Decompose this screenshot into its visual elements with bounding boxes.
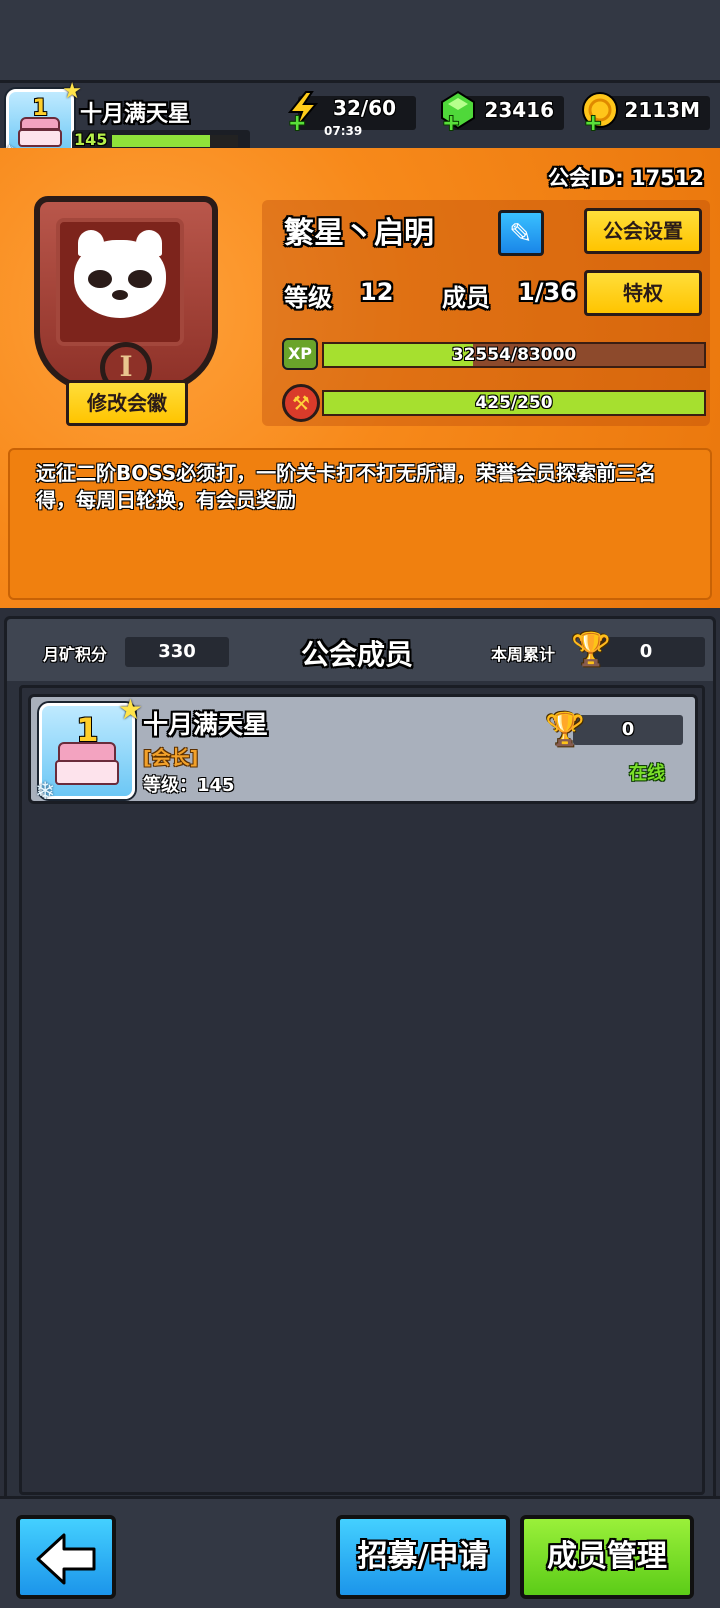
member-level: 等级：145 [143,775,235,796]
member-role: [会长] [143,747,199,769]
members-panel: 月矿积分 330 公会成员 本周累计 0 🏆 1 ★ ❄ 十月满天星 [会长] … [4,616,716,1502]
privilege-button[interactable]: 特权 [584,270,702,316]
member-online-status: 在线 [629,763,665,784]
recruit-button[interactable]: 招募/申请 [336,1515,510,1599]
player-xp-bar [112,135,238,147]
edit-name-button[interactable]: ✎ [498,210,544,256]
guild-emblem-text: 425/250 [475,393,553,413]
member-avatar[interactable]: 1 ★ ❄ [35,693,143,805]
guild-xp-bar: 32554/83000 [322,342,706,368]
energy-value: 32/60 [333,96,396,120]
members-title: 公会成员 [301,638,414,671]
star-icon: ★ [117,693,143,726]
monthly-points-label: 月矿积分 [43,645,108,664]
guild-level-value: 12 [360,278,394,306]
coin-icon: + [580,90,620,136]
bottom-action-bar: 招募/申请 成员管理 [0,1496,720,1608]
player-avatar[interactable]: 1 ★ ❄ [2,79,82,163]
crossed-hammers-icon: ⚒ [282,384,320,422]
manage-members-button[interactable]: 成员管理 [520,1515,694,1599]
weekly-total-label: 本周累计 [491,645,556,664]
energy-timer: 07:39 [324,124,363,138]
back-button[interactable] [16,1515,116,1599]
edit-emblem-button[interactable]: 修改会徽 [66,380,188,426]
add-energy-icon[interactable]: + [288,111,306,136]
guild-name: 繁星丶启明 [284,216,434,251]
guild-emblem-bar: 425/250 [322,390,706,416]
member-row[interactable]: 1 ★ ❄ 十月满天星 [会长] 等级：145 0 🏆 在线 [28,693,698,805]
rank-one-icon: 1 [76,711,99,750]
guild-settings-button[interactable]: 公会设置 [584,208,702,254]
player-xp-fill [112,135,211,147]
pencil-icon: ✎ [509,217,533,250]
player-level: 145 [74,130,108,149]
trophy-icon: 🏆 [571,630,611,668]
status-bar-area [0,0,720,80]
trophy-icon: 🏆 [545,710,585,748]
guild-announcement[interactable]: 远征二阶BOSS必须打，一阶关卡打不打无所谓，荣誉会员探索前三名得，每周日轮换，… [8,448,712,600]
member-name: 十月满天星 [143,710,269,739]
guild-id: 公会ID: 17512 [547,166,704,190]
gems-value: 23416 [484,98,554,122]
announcement-text: 远征二阶BOSS必须打，一阶关卡打不打无所谓，荣誉会员探索前三名得，每周日轮换，… [36,461,657,512]
member-list[interactable]: 1 ★ ❄ 十月满天星 [会长] 等级：145 0 🏆 在线 [19,685,705,1495]
lightning-icon: + [284,90,324,136]
guild-members-value: 1/36 [518,278,577,306]
guild-xp-text: 32554/83000 [451,345,577,365]
snowflake-icon: ❄ [35,777,56,805]
member-weekly-score: 0 [573,715,683,745]
raccoon-icon [74,230,166,318]
guild-members-label: 成员 [442,284,490,312]
members-header: 月矿积分 330 公会成员 本周累计 0 🏆 [7,619,713,681]
guild-level-label: 等级 [284,284,332,312]
coins-value: 2113M [624,98,700,122]
back-arrow-icon [36,1533,96,1585]
rank-one-icon: 1 [32,95,48,121]
monthly-points-value: 330 [125,637,229,667]
coins-counter[interactable]: + 2113M [582,92,710,136]
xp-icon: XP [282,338,318,370]
gems-counter[interactable]: + 23416 [441,90,564,136]
guild-emblem[interactable]: I [34,196,218,402]
add-gems-icon[interactable]: + [442,111,460,136]
gem-icon: + [438,90,478,136]
add-coins-icon[interactable]: + [584,111,602,136]
player-name: 十月满天星 [80,102,191,127]
